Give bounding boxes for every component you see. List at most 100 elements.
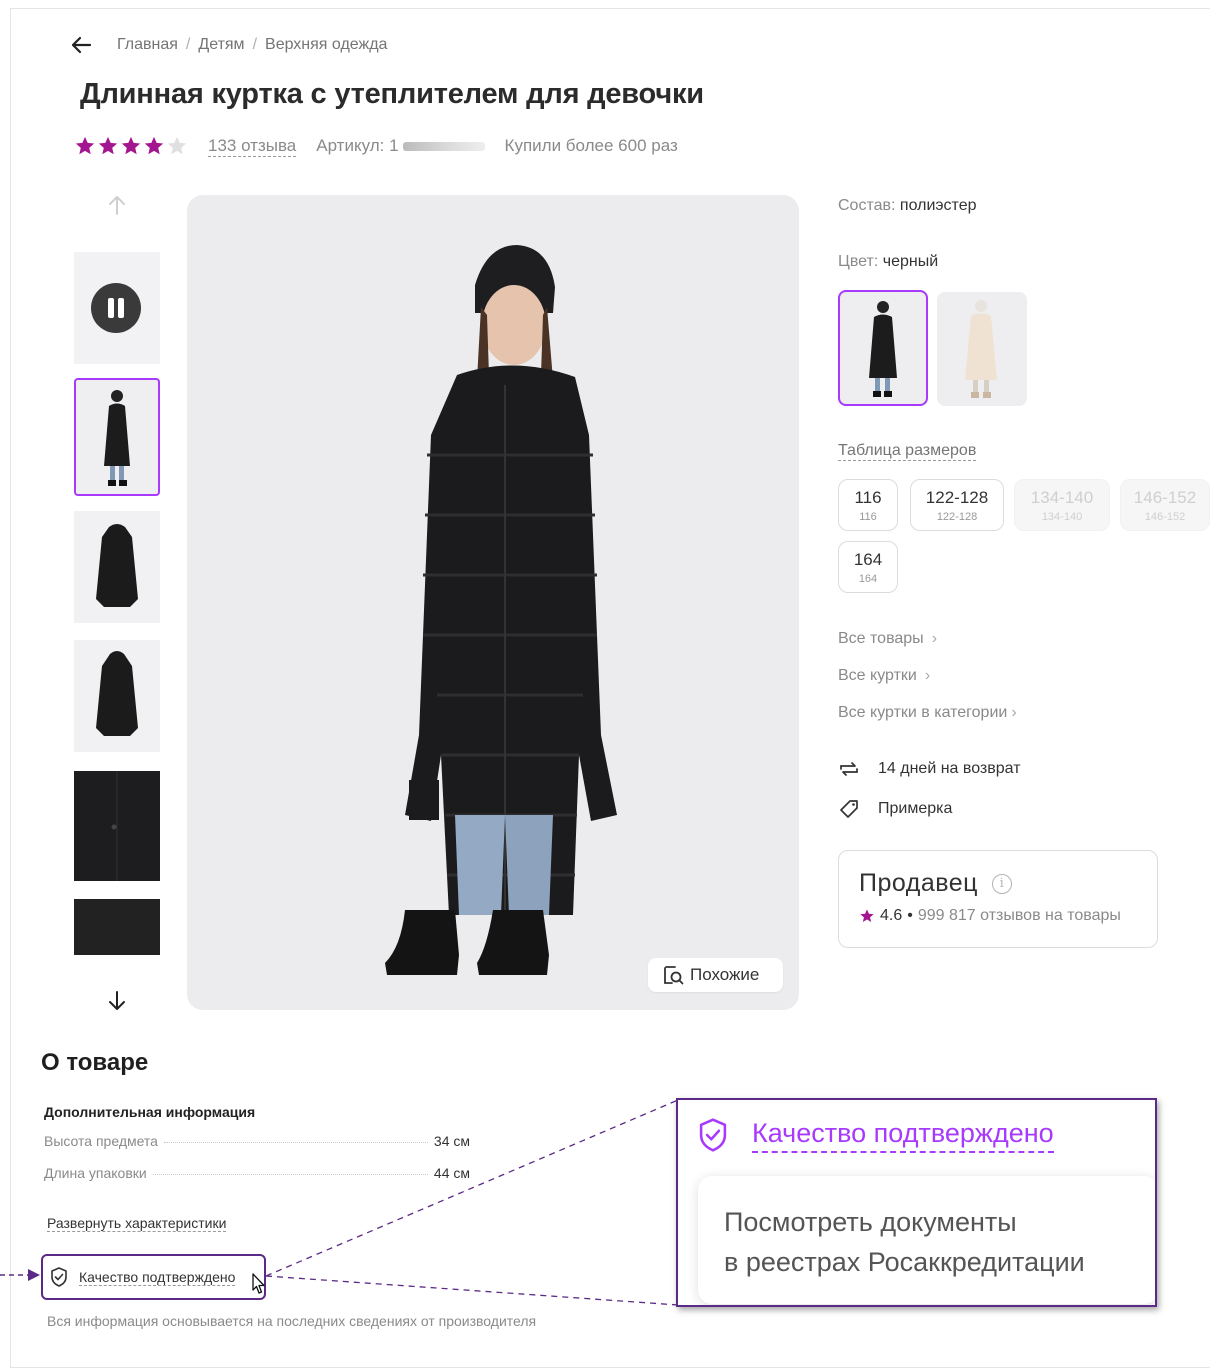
color-swatch-black[interactable] xyxy=(838,290,928,406)
composition-value: полиэстер xyxy=(899,197,977,214)
size-sublabel: 164 xyxy=(858,573,878,585)
thumbnail-model-front[interactable] xyxy=(74,378,160,496)
size-option-146-152[interactable]: 146-152 146-152 xyxy=(1120,479,1210,531)
size-option-122-128[interactable]: 122-128 122-128 xyxy=(910,479,1004,531)
thumbnail-video[interactable] xyxy=(74,252,160,364)
seller-rating-value: 4.6 xyxy=(880,907,903,924)
fitting-option: Примерка xyxy=(838,798,952,820)
characteristic-key: Длина упаковки xyxy=(44,1165,147,1181)
seller-title: Продавец xyxy=(859,869,978,897)
characteristic-value: 34 см xyxy=(433,1133,470,1149)
seller-rating-bullet: • xyxy=(907,907,913,924)
fabric-detail-icon xyxy=(111,771,118,881)
size-option-134-140[interactable]: 134-140 134-140 xyxy=(1014,479,1110,531)
thumbnails-down-arrow-icon[interactable] xyxy=(104,988,130,1014)
breadcrumb: Главная / Детям / Верхняя одежда xyxy=(117,36,387,54)
color-label: Цвет: xyxy=(838,253,879,270)
rating-stars xyxy=(74,135,188,157)
star-filled-icon xyxy=(121,136,141,155)
thumbnail-detail-fabric[interactable] xyxy=(74,899,160,955)
star-icon xyxy=(860,909,874,922)
composition: Состав: полиэстер xyxy=(838,197,977,215)
chevron-right-icon: › xyxy=(924,667,931,684)
back-arrow-icon[interactable] xyxy=(68,32,94,58)
link-all-jackets[interactable]: Все куртки › xyxy=(838,667,930,685)
size-label: 164 xyxy=(853,550,883,569)
article-redacted xyxy=(402,141,485,151)
size-sublabel: 122-128 xyxy=(936,511,978,523)
breadcrumb-item-kids[interactable]: Детям xyxy=(198,36,244,54)
shield-check-icon xyxy=(51,1267,67,1287)
link-all-products-label: Все товары xyxy=(838,630,924,647)
similar-search-icon xyxy=(664,966,684,985)
size-table-link[interactable]: Таблица размеров xyxy=(838,442,977,461)
product-title: Длинная куртка с утеплителем для девочки xyxy=(80,78,704,110)
thumbnail-detail-button[interactable] xyxy=(74,771,160,881)
composition-label: Состав: xyxy=(838,197,896,214)
seller-rating: 4.6 • 999 817 отзывов на товары xyxy=(859,907,1121,925)
similar-products-button[interactable]: Похожие xyxy=(648,958,783,992)
thumbnail-coat-back[interactable] xyxy=(74,640,160,752)
characteristic-key: Высота предмета xyxy=(44,1133,158,1149)
return-policy-text: 14 дней на возврат xyxy=(878,760,1021,777)
girl-in-black-coat-illustration xyxy=(385,245,617,975)
quality-confirmed-link[interactable]: Качество подтверждено xyxy=(41,1254,266,1300)
seller-card[interactable]: Продавец i 4.6 • 999 817 отзывов на това… xyxy=(838,850,1158,948)
info-icon[interactable]: i xyxy=(991,873,1012,894)
star-filled-icon xyxy=(98,136,118,155)
main-product-image[interactable] xyxy=(187,195,799,1010)
additional-info-heading: Дополнительная информация xyxy=(44,1104,256,1120)
link-jackets-in-category-label: Все куртки в категории xyxy=(838,704,1008,721)
thumbnail-coat-front[interactable] xyxy=(74,511,160,623)
coat-back-thumb-icon xyxy=(96,651,138,736)
size-option-164[interactable]: 164 164 xyxy=(838,541,898,593)
breadcrumb-item-outerwear[interactable]: Верхняя одежда xyxy=(265,36,387,54)
star-empty-icon xyxy=(167,136,187,155)
annotation-arrow-icon xyxy=(0,1269,40,1281)
manufacturer-disclaimer: Вся информация основывается на последних… xyxy=(47,1313,537,1329)
article-label: Артикул: 1 xyxy=(316,136,399,155)
color-swatch-beige[interactable] xyxy=(937,292,1027,406)
about-title: О товаре xyxy=(41,1049,149,1076)
zoomed-callout: Качество подтверждено Посмотреть докумен… xyxy=(676,1098,1157,1307)
quality-confirmed-label: Качество подтверждено xyxy=(79,1268,236,1286)
breadcrumb-separator: / xyxy=(185,36,191,53)
dotted-leader xyxy=(163,1142,428,1143)
pause-icon[interactable] xyxy=(91,283,141,333)
size-label: 146-152 xyxy=(1133,488,1197,507)
similar-products-label: Похожие xyxy=(690,965,760,984)
breadcrumb-separator: / xyxy=(252,36,258,53)
size-label: 134-140 xyxy=(1030,488,1094,507)
reviews-link[interactable]: 133 отзыва xyxy=(208,136,297,157)
color-selected: Цвет: черный xyxy=(838,253,938,271)
size-sublabel: 134-140 xyxy=(1041,511,1083,523)
breadcrumb-item-home[interactable]: Главная xyxy=(117,36,178,54)
black-coat-swatch-icon xyxy=(869,301,897,397)
thumbnails-up-arrow-icon[interactable] xyxy=(104,192,130,218)
shield-check-icon xyxy=(699,1118,727,1152)
documents-line-2: в реестрах Росаккредитации xyxy=(724,1247,1085,1277)
link-jackets-in-category[interactable]: Все куртки в категории › xyxy=(838,704,1017,722)
star-filled-icon xyxy=(75,136,95,155)
product-meta: 133 отзыва Артикул: 1 Купили более 600 р… xyxy=(74,135,678,157)
tag-icon xyxy=(840,800,858,818)
size-option-116[interactable]: 116 116 xyxy=(838,479,898,531)
documents-line-1: Посмотреть документы xyxy=(724,1207,1017,1237)
zoom-quality-link[interactable]: Качество подтверждено xyxy=(696,1116,1054,1154)
mouse-pointer-icon xyxy=(252,1273,265,1294)
characteristic-row: Высота предмета 34 см xyxy=(44,1133,470,1149)
return-policy: 14 дней на возврат xyxy=(838,758,1021,780)
size-label: 116 xyxy=(854,488,882,507)
star-filled-icon xyxy=(144,136,164,155)
dotted-leader xyxy=(152,1174,428,1175)
link-all-products[interactable]: Все товары › xyxy=(838,630,937,648)
characteristic-row: Длина упаковки 44 см xyxy=(44,1165,470,1181)
article-number: Артикул: 1 xyxy=(316,136,485,156)
seller-reviews-count: 999 817 отзывов на товары xyxy=(917,907,1121,924)
expand-characteristics-link[interactable]: Развернуть характеристики xyxy=(47,1215,227,1232)
link-all-jackets-label: Все куртки xyxy=(838,667,917,684)
girl-coat-thumb-icon xyxy=(104,390,130,486)
documents-tooltip[interactable]: Посмотреть документы в реестрах Росаккре… xyxy=(698,1176,1155,1304)
characteristic-value: 44 см xyxy=(433,1165,470,1181)
size-label: 122-128 xyxy=(925,488,989,507)
